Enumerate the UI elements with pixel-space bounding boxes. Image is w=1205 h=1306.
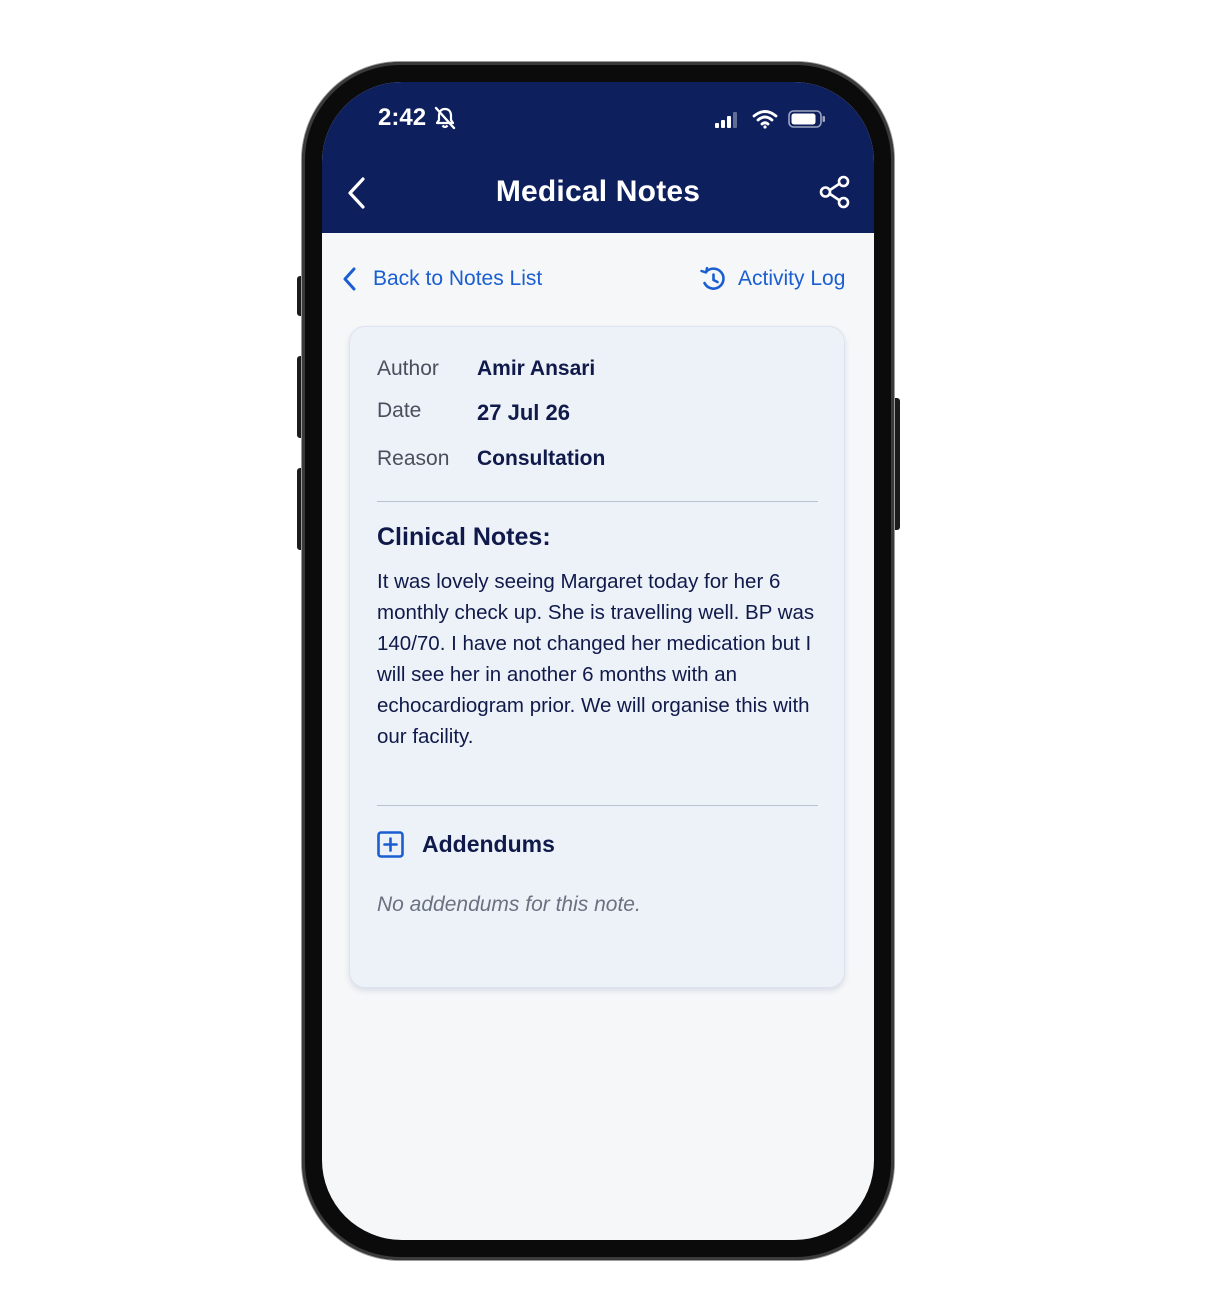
back-to-notes-label: Back to Notes List	[373, 267, 543, 290]
signal-icon	[715, 112, 737, 128]
no-addendums-text: No addendums for this note.	[377, 893, 641, 916]
author-value: Amir Ansari	[477, 357, 596, 380]
app-header: 2:42 Medical Notes	[322, 82, 874, 233]
chevron-left-icon	[343, 267, 356, 291]
activity-log-link[interactable]: Activity Log	[700, 262, 845, 296]
clinical-notes-text: It was lovely seeing Margaret today for …	[377, 570, 815, 748]
phone-frame: 2:42 Medical Notes Back to Notes List Ac…	[302, 62, 894, 1260]
divider	[377, 501, 818, 502]
status-time: 2:42	[378, 104, 427, 131]
clinical-notes-heading: Clinical Notes:	[377, 523, 551, 551]
plus-square-icon[interactable]	[377, 830, 404, 858]
addendums-header[interactable]: Addendums	[377, 829, 555, 859]
battery-icon	[788, 110, 825, 128]
activity-log-label: Activity Log	[738, 267, 846, 290]
back-to-notes-link[interactable]: Back to Notes List	[342, 262, 542, 296]
page-title: Medical Notes	[495, 175, 701, 208]
phone-screen: 2:42 Medical Notes Back to Notes List Ac…	[322, 82, 874, 1240]
bell-muted-icon	[434, 106, 456, 130]
history-clock-icon	[700, 267, 725, 290]
wifi-icon	[752, 110, 778, 129]
date-label: Date	[377, 399, 422, 422]
share-icon[interactable]	[818, 175, 852, 209]
note-card: Author Amir Ansari Date 27 Jul 26 Reason…	[349, 326, 845, 988]
addendums-label: Addendums	[422, 830, 555, 857]
reason-label: Reason	[377, 447, 450, 470]
date-value: 27 Jul 26	[477, 400, 570, 425]
divider	[377, 805, 818, 806]
reason-value: Consultation	[477, 447, 606, 470]
author-label: Author	[377, 357, 439, 380]
